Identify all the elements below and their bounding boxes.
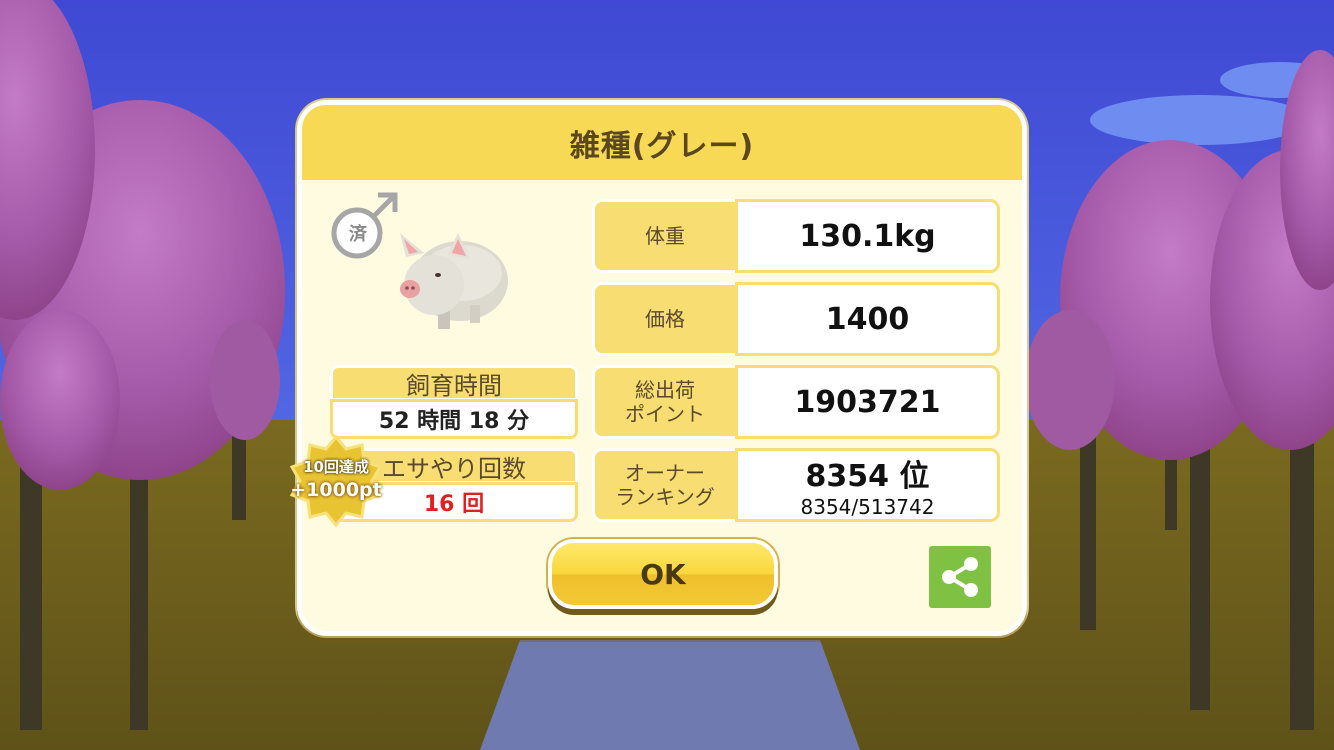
share-button[interactable] bbox=[929, 546, 991, 608]
price-row: 価格 1400 bbox=[592, 282, 1002, 356]
shipment-points-label: 総出荷 ポイント bbox=[592, 365, 738, 439]
ok-button[interactable]: OK bbox=[548, 539, 778, 609]
owner-ranking-value: 8354 位 8354/513742 bbox=[735, 448, 1000, 522]
shipment-points-value: 1903721 bbox=[735, 365, 1000, 439]
owner-ranking-label: オーナー ランキング bbox=[592, 448, 738, 522]
owner-ranking-detail: 8354/513742 bbox=[800, 495, 935, 519]
pig-breed-title: 雑種(グレー) bbox=[569, 128, 755, 164]
achievement-line2: +1000pt bbox=[290, 479, 382, 501]
achievement-line1: 10回達成 bbox=[303, 458, 369, 476]
owner-ranking-row: オーナー ランキング 8354 位 8354/513742 bbox=[592, 448, 1002, 522]
weight-value: 130.1kg bbox=[735, 199, 1000, 273]
shipment-points-row: 総出荷 ポイント 1903721 bbox=[592, 365, 1002, 439]
weight-row: 体重 130.1kg bbox=[592, 199, 1002, 273]
neutered-badge: 済 bbox=[349, 224, 367, 245]
price-value: 1400 bbox=[735, 282, 1000, 356]
price-label: 価格 bbox=[592, 282, 738, 356]
pig-detail-dialog: 雑種(グレー) 済 飼育時間 52 時間 18 分 エサやり回数 16 回 10… bbox=[289, 100, 1027, 636]
raising-time-box: 飼育時間 52 時間 18 分 bbox=[330, 365, 578, 439]
share-icon bbox=[942, 557, 978, 597]
raising-time-value: 52 時間 18 分 bbox=[330, 399, 578, 439]
raising-time-label: 飼育時間 bbox=[330, 365, 578, 401]
pig-image bbox=[400, 233, 508, 329]
dialog-title-bar: 雑種(グレー) bbox=[302, 105, 1022, 180]
weight-label: 体重 bbox=[592, 199, 738, 273]
